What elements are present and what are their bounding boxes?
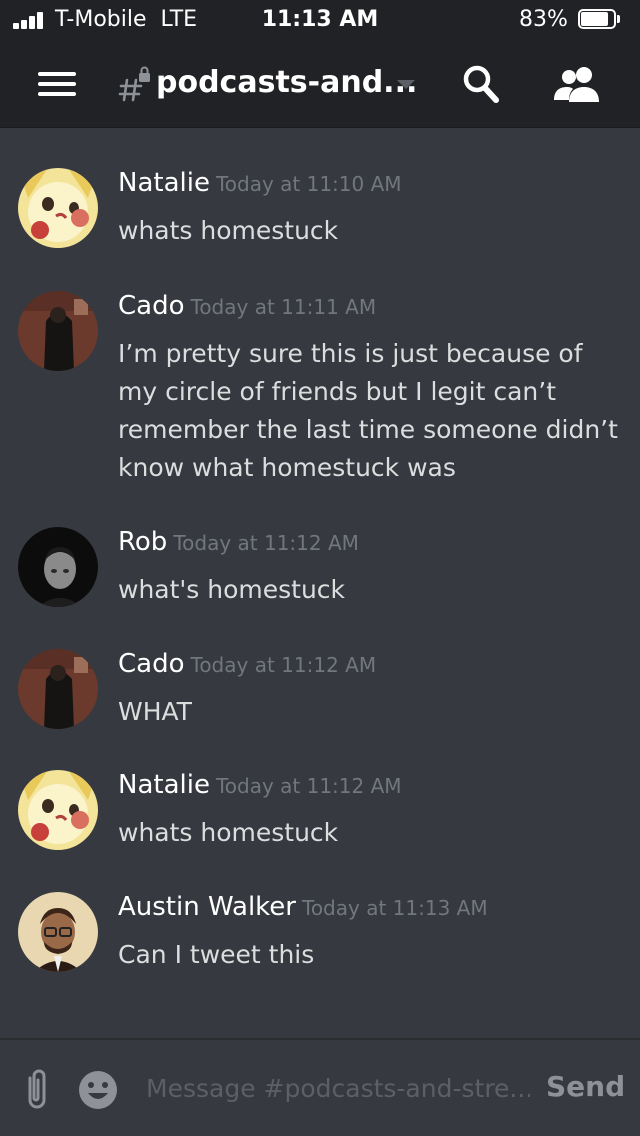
send-button[interactable]: Send — [546, 1070, 625, 1103]
message-timestamp: Today at 11:12 AM — [173, 531, 359, 555]
message-timestamp: Today at 11:12 AM — [190, 653, 377, 677]
author-name: Rob — [118, 527, 168, 557]
avatar[interactable] — [18, 649, 98, 729]
message-text: whats homestuck — [118, 216, 339, 245]
avatar-austin-walker-icon — [18, 892, 98, 972]
locked-hash-icon — [118, 66, 150, 102]
message-text: what's homestuck — [118, 575, 346, 604]
avatar-cado-icon — [18, 291, 98, 371]
attach-icon[interactable] — [22, 1068, 52, 1112]
avatar-cado-icon — [18, 649, 98, 729]
battery-percent: 83% — [519, 7, 568, 32]
channel-header: podcasts-and... — [0, 40, 640, 128]
avatar[interactable] — [18, 527, 98, 607]
message-list[interactable]: Natalie Today at 11:10 AM whats homestuck… — [0, 128, 640, 1038]
message-composer: Send — [0, 1038, 640, 1136]
menu-icon[interactable] — [38, 70, 78, 98]
avatar[interactable] — [18, 892, 98, 972]
members-icon[interactable] — [552, 66, 602, 104]
message-author[interactable]: Natalie Today at 11:12 AM — [118, 770, 402, 800]
message-text: Can I tweet this — [118, 940, 315, 969]
author-name: Natalie — [118, 168, 210, 198]
avatar[interactable] — [18, 168, 98, 248]
author-name: Austin Walker — [118, 892, 296, 922]
avatar-rob-icon — [18, 527, 98, 607]
status-bar: T-Mobile LTE 11:13 AM 83% — [0, 0, 640, 40]
avatar[interactable] — [18, 291, 98, 371]
search-icon[interactable] — [462, 64, 500, 104]
chevron-down-icon[interactable] — [396, 78, 416, 92]
message-timestamp: Today at 11:13 AM — [302, 896, 488, 920]
message-timestamp: Today at 11:10 AM — [215, 172, 402, 196]
author-name: Cado — [118, 649, 185, 679]
avatar-natalie-icon — [18, 770, 98, 850]
message-timestamp: Today at 11:12 AM — [215, 774, 402, 798]
message-author[interactable]: Rob Today at 11:12 AM — [118, 527, 359, 557]
emoji-icon[interactable] — [78, 1070, 118, 1110]
message-text: I’m pretty sure this is just because of … — [118, 339, 618, 482]
message-text: whats homestuck — [118, 818, 339, 847]
message-input[interactable] — [146, 1066, 530, 1110]
battery-icon — [578, 9, 622, 31]
avatar[interactable] — [18, 770, 98, 850]
channel-name: podcasts-and... — [156, 65, 418, 100]
message-author[interactable]: Cado Today at 11:11 AM — [118, 291, 376, 321]
message-timestamp: Today at 11:11 AM — [190, 295, 377, 319]
message-text: WHAT — [118, 697, 192, 726]
message-author[interactable]: Natalie Today at 11:10 AM — [118, 168, 402, 198]
author-name: Cado — [118, 291, 185, 321]
avatar-natalie-icon — [18, 168, 98, 248]
message-author[interactable]: Austin Walker Today at 11:13 AM — [118, 892, 488, 922]
message-author[interactable]: Cado Today at 11:12 AM — [118, 649, 376, 679]
author-name: Natalie — [118, 770, 210, 800]
